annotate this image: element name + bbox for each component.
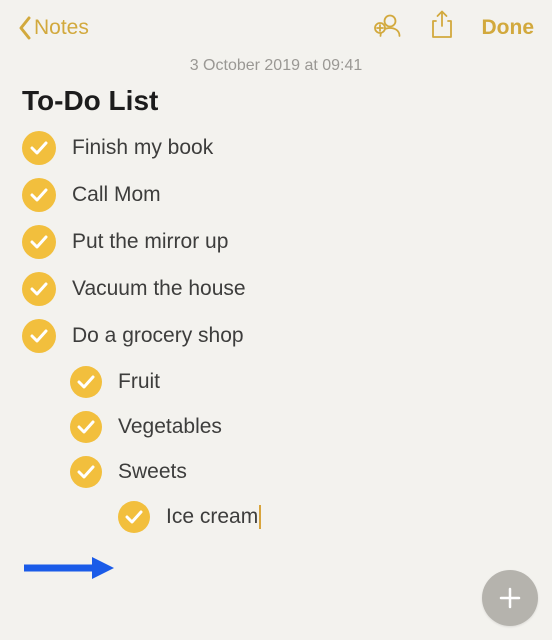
checklist-subitem[interactable]: Vegetables — [70, 411, 530, 443]
checklist-item[interactable]: Finish my book — [22, 131, 530, 165]
checklist-item-text[interactable]: Sweets — [118, 460, 187, 484]
done-button[interactable]: Done — [482, 16, 535, 40]
checklist-item-text[interactable]: Vacuum the house — [72, 277, 246, 301]
checkbox-checked-icon[interactable] — [118, 501, 150, 533]
note-title[interactable]: To-Do List — [22, 85, 530, 117]
checkbox-checked-icon[interactable] — [22, 225, 56, 259]
checklist-subitem[interactable]: Fruit — [70, 366, 530, 398]
checklist-item-text[interactable]: Do a grocery shop — [72, 324, 244, 348]
navigation-bar: Notes Done — [0, 0, 552, 51]
checkbox-checked-icon[interactable] — [22, 272, 56, 306]
share-icon[interactable] — [430, 10, 454, 45]
checklist-item-text[interactable]: Call Mom — [72, 183, 161, 207]
new-note-button[interactable] — [482, 570, 538, 626]
note-timestamp: 3 October 2019 at 09:41 — [0, 51, 552, 85]
checklist-subitem[interactable]: Sweets — [70, 456, 530, 488]
back-label: Notes — [34, 16, 89, 40]
checkbox-checked-icon[interactable] — [70, 456, 102, 488]
checklist-item-text[interactable]: Vegetables — [118, 415, 222, 439]
checklist-item[interactable]: Vacuum the house — [22, 272, 530, 306]
add-person-icon[interactable] — [372, 12, 402, 43]
text-cursor — [259, 505, 261, 529]
chevron-back-icon — [18, 16, 32, 40]
checklist-item-text[interactable]: Fruit — [118, 370, 160, 394]
checklist-item[interactable]: Call Mom — [22, 178, 530, 212]
nav-actions: Done — [372, 10, 535, 45]
checklist-subsubitem[interactable]: Ice cream — [118, 501, 530, 533]
checkbox-checked-icon[interactable] — [70, 411, 102, 443]
checkbox-checked-icon[interactable] — [22, 131, 56, 165]
checklist-item[interactable]: Put the mirror up — [22, 225, 530, 259]
checkbox-checked-icon[interactable] — [70, 366, 102, 398]
note-content[interactable]: To-Do List Finish my book Call Mom Put t… — [0, 85, 552, 533]
checklist-item[interactable]: Do a grocery shop — [22, 319, 530, 353]
checklist-item-text[interactable]: Finish my book — [72, 136, 213, 160]
checklist-item-text[interactable]: Ice cream — [166, 505, 261, 529]
back-button[interactable]: Notes — [18, 16, 89, 40]
annotation-arrow-icon — [22, 556, 114, 580]
checklist-item-text[interactable]: Put the mirror up — [72, 230, 228, 254]
checkbox-checked-icon[interactable] — [22, 178, 56, 212]
plus-icon — [496, 584, 524, 612]
checkbox-checked-icon[interactable] — [22, 319, 56, 353]
